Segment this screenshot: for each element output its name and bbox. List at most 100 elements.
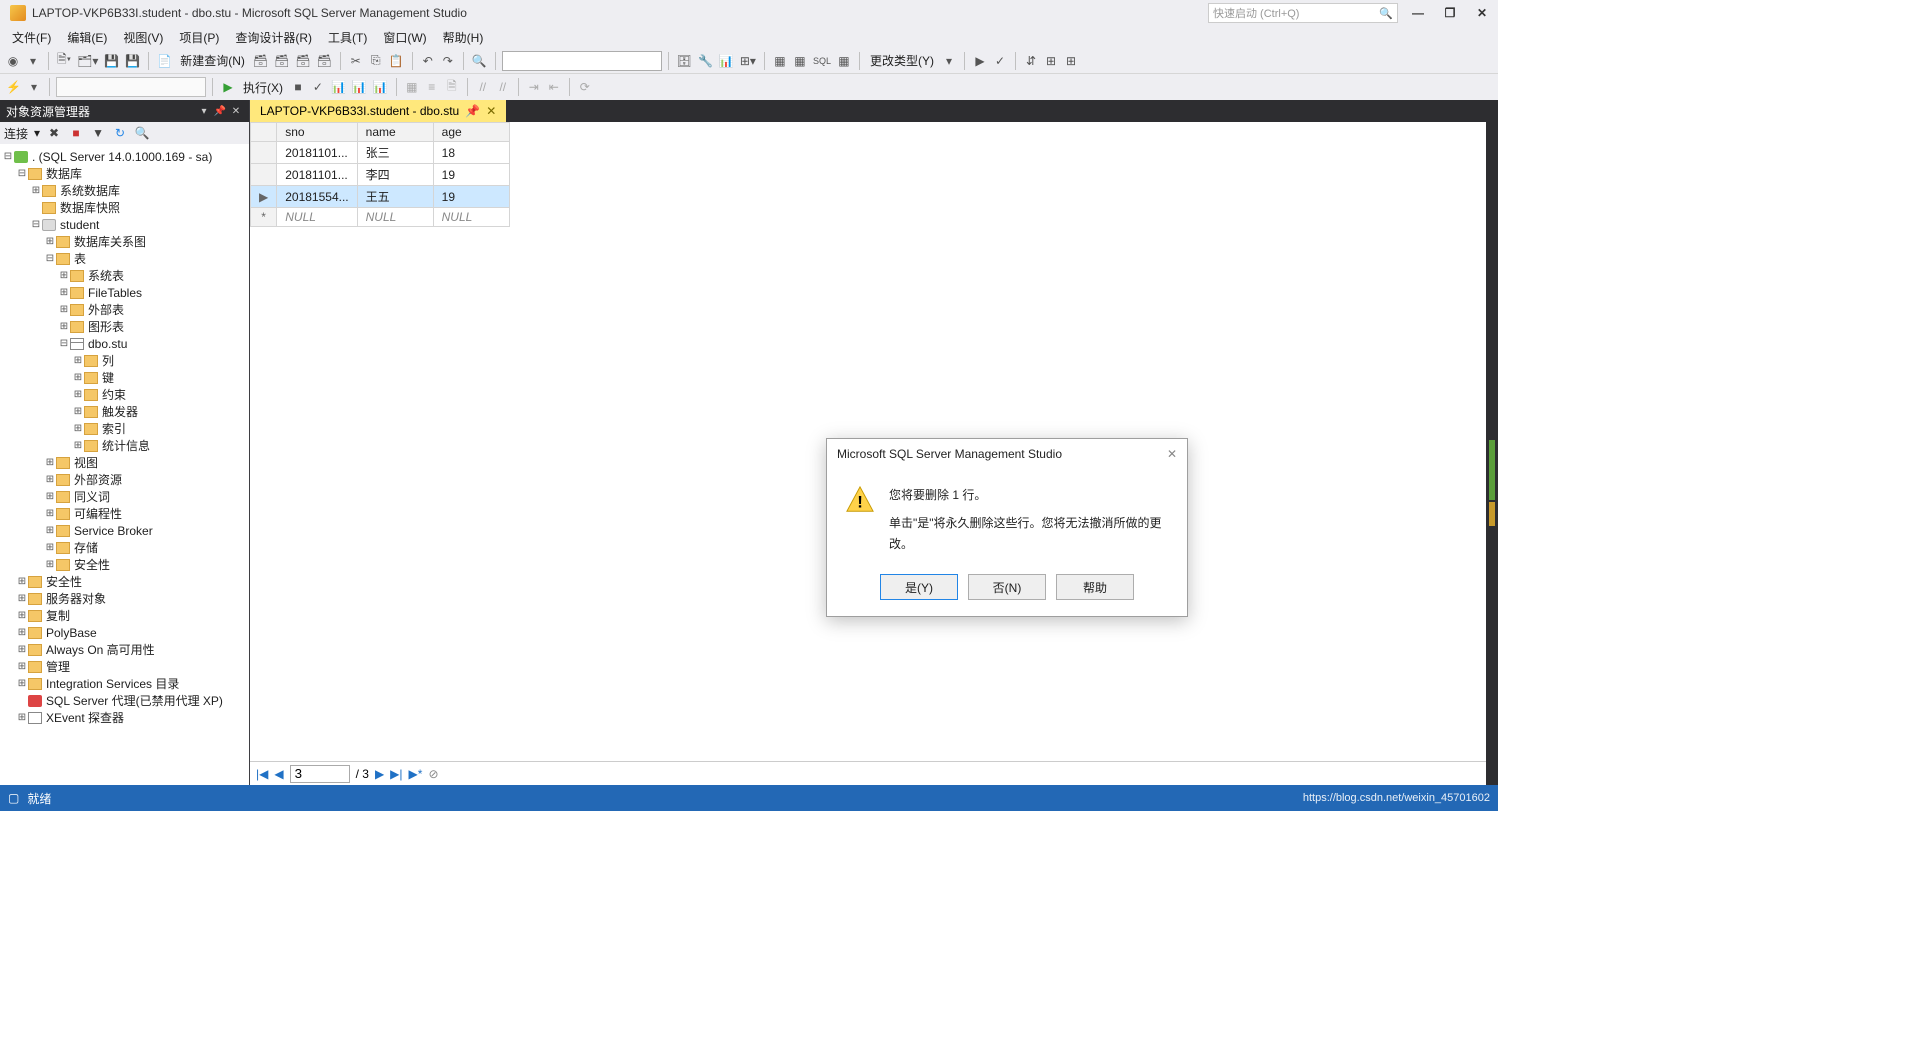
tree-synonyms[interactable]: 同义词 (74, 488, 110, 505)
open-icon[interactable]: 🗂▾ (75, 51, 100, 71)
tree-filetables[interactable]: FileTables (88, 286, 142, 300)
indent-icon[interactable]: ⇥ (525, 77, 543, 97)
connect-label[interactable]: 连接 (4, 125, 28, 142)
scroll-map[interactable] (1486, 100, 1498, 785)
nav-fwd-icon[interactable]: ▾ (24, 51, 42, 71)
tree-indexes[interactable]: 索引 (102, 420, 126, 437)
find-icon[interactable]: 🔍 (470, 51, 489, 71)
paste-icon[interactable]: 📋 (387, 51, 406, 71)
results-pane-icon[interactable]: ▦ (835, 51, 853, 71)
menu-project[interactable]: 项目(P) (171, 27, 227, 48)
object-tree[interactable]: ⊟. (SQL Server 14.0.1000.169 - sa) ⊟数据库 … (0, 144, 249, 785)
dialog-help-button[interactable]: 帮助 (1056, 574, 1134, 600)
tree-external-tables[interactable]: 外部表 (88, 301, 124, 318)
tree-triggers[interactable]: 触发器 (102, 403, 138, 420)
registered-servers-icon[interactable]: 🗄 (675, 51, 694, 71)
add-group-icon[interactable]: ⊞ (1042, 51, 1060, 71)
tree-constraints[interactable]: 约束 (102, 386, 126, 403)
tree-xevent[interactable]: XEvent 探查器 (46, 709, 124, 726)
close-button[interactable]: ✕ (1470, 3, 1494, 23)
nav-back-icon[interactable]: ◉ (4, 51, 22, 71)
redo-icon[interactable]: ↷ (439, 51, 457, 71)
tree-db-diagram[interactable]: 数据库关系图 (74, 233, 146, 250)
use-db-icon[interactable]: ⚡ (4, 77, 23, 97)
sql-pane-icon[interactable]: SQL (811, 51, 833, 71)
search-tree-icon[interactable]: 🔍 (134, 125, 150, 141)
menu-window[interactable]: 窗口(W) (375, 27, 434, 48)
menu-tools[interactable]: 工具(T) (320, 27, 375, 48)
tree-dbo-stu[interactable]: dbo.stu (88, 337, 127, 351)
results-grid-icon[interactable]: ▦ (403, 77, 421, 97)
tree-sql-agent[interactable]: SQL Server 代理(已禁用代理 XP) (46, 692, 223, 709)
panel-pin-icon[interactable]: 📌 (213, 104, 227, 118)
stop-icon[interactable]: ■ (68, 125, 84, 141)
copy-icon[interactable]: ⎘ (367, 51, 385, 71)
tree-databases[interactable]: 数据库 (46, 165, 82, 182)
tree-storage[interactable]: 存储 (74, 539, 98, 556)
tree-sys-db[interactable]: 系统数据库 (60, 182, 120, 199)
refresh-icon[interactable]: ↻ (112, 125, 128, 141)
menu-help[interactable]: 帮助(H) (435, 27, 492, 48)
cut-icon[interactable]: ✂ (347, 51, 365, 71)
comment-icon[interactable]: // (474, 77, 492, 97)
tree-security[interactable]: 安全性 (46, 573, 82, 590)
filter-icon[interactable]: ▼ (90, 125, 106, 141)
results-text-icon[interactable]: ≡ (423, 77, 441, 97)
include-stats-icon[interactable]: 📊 (371, 77, 390, 97)
run-sql-icon[interactable]: ▶ (971, 51, 989, 71)
window-layout-icon[interactable]: ⊞▾ (738, 51, 758, 71)
panel-dropdown-icon[interactable]: ▾ (197, 104, 211, 118)
tree-security-db[interactable]: 安全性 (74, 556, 110, 573)
dmx-query-icon[interactable]: 🗃 (293, 51, 312, 71)
wrench-icon[interactable]: 🔧 (696, 51, 715, 71)
tree-db-snapshot[interactable]: 数据库快照 (60, 199, 120, 216)
tree-integration[interactable]: Integration Services 目录 (46, 675, 179, 692)
disconnect-icon[interactable]: ✖ (46, 125, 62, 141)
include-plan-icon[interactable]: 📊 (350, 77, 369, 97)
criteria-pane-icon[interactable]: ▦ (791, 51, 809, 71)
add-table-icon[interactable]: ⊞ (1062, 51, 1080, 71)
use-db-dropdown-icon[interactable]: ▾ (25, 77, 43, 97)
change-type-button[interactable]: 更改类型(Y) (866, 52, 938, 69)
tree-statistics[interactable]: 统计信息 (102, 437, 150, 454)
minimize-button[interactable]: — (1406, 3, 1430, 23)
maximize-button[interactable]: ❐ (1438, 3, 1462, 23)
tree-server-objects[interactable]: 服务器对象 (46, 590, 106, 607)
connect-dropdown-icon[interactable]: ▾ (34, 126, 40, 140)
tree-student[interactable]: student (60, 218, 99, 232)
db-engine-query-icon[interactable]: 🗃 (251, 51, 270, 71)
specify-values-icon[interactable]: ⟳ (576, 77, 594, 97)
new-item-icon[interactable]: 🗎▾ (55, 51, 73, 71)
change-type-dropdown-icon[interactable]: ▾ (940, 51, 958, 71)
undo-icon[interactable]: ↶ (419, 51, 437, 71)
xmla-query-icon[interactable]: 🗃 (315, 51, 334, 71)
menu-edit[interactable]: 编辑(E) (59, 27, 115, 48)
tree-programmability[interactable]: 可编程性 (74, 505, 122, 522)
quick-launch-input[interactable]: 快速启动 (Ctrl+Q) 🔍 (1208, 3, 1398, 23)
tree-management[interactable]: 管理 (46, 658, 70, 675)
sort-asc-icon[interactable]: ⇵ (1022, 51, 1040, 71)
solution-combo[interactable] (502, 51, 662, 71)
tree-tables[interactable]: 表 (74, 250, 86, 267)
dialog-close-icon[interactable]: ✕ (1167, 447, 1177, 461)
tree-always-on[interactable]: Always On 高可用性 (46, 641, 155, 658)
tree-root[interactable]: . (SQL Server 14.0.1000.169 - sa) (32, 150, 212, 164)
uncomment-icon[interactable]: // (494, 77, 512, 97)
dialog-no-button[interactable]: 否(N) (968, 574, 1046, 600)
dialog-yes-button[interactable]: 是(Y) (880, 574, 958, 600)
save-all-icon[interactable]: 💾 (123, 51, 142, 71)
tree-sys-tables[interactable]: 系统表 (88, 267, 124, 284)
execute-icon[interactable]: ▶ (219, 77, 237, 97)
tree-service-broker[interactable]: Service Broker (74, 524, 153, 538)
tree-keys[interactable]: 键 (102, 369, 114, 386)
mdx-query-icon[interactable]: 🗃 (272, 51, 291, 71)
execute-button[interactable]: 执行(X) (239, 79, 287, 96)
outdent-icon[interactable]: ⇤ (545, 77, 563, 97)
new-query-icon[interactable]: 📄 (155, 51, 174, 71)
menu-query-designer[interactable]: 查询设计器(R) (227, 27, 320, 48)
tree-columns[interactable]: 列 (102, 352, 114, 369)
menu-file[interactable]: 文件(F) (4, 27, 59, 48)
verify-sql-icon[interactable]: ✓ (991, 51, 1009, 71)
activity-monitor-icon[interactable]: 📊 (717, 51, 736, 71)
tree-external-res[interactable]: 外部资源 (74, 471, 122, 488)
